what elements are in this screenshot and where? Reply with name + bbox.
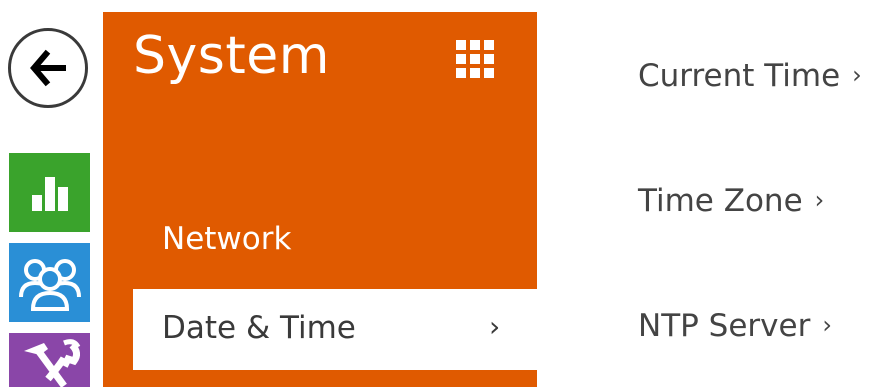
arrow-left-icon [30,49,66,87]
chevron-right-icon: › [822,311,832,339]
grid-icon[interactable] [456,40,494,78]
bar-chart-icon [31,176,68,211]
sidebar-item-directory[interactable] [9,243,90,322]
link-ntp-server[interactable]: NTP Server › [638,311,832,342]
sidebar-item-services[interactable] [9,333,90,387]
menu-item-date-time[interactable]: Date & Time › [133,289,537,370]
link-time-zone[interactable]: Time Zone › [638,186,824,217]
users-icon [18,258,81,311]
back-button[interactable] [8,28,88,108]
menu-item-label: Date & Time [162,310,356,346]
sidebar-item-status[interactable] [9,153,90,232]
page-title: System [133,26,330,86]
menu-item-network[interactable]: Network [162,224,291,255]
chevron-right-icon: › [852,61,862,89]
chevron-right-icon: › [489,310,501,343]
link-label: Time Zone [638,183,803,219]
tools-icon [23,339,80,387]
link-label: Current Time [638,58,841,94]
link-label: NTP Server [638,308,811,344]
link-current-time[interactable]: Current Time › [638,61,862,92]
chevron-right-icon: › [814,186,825,214]
